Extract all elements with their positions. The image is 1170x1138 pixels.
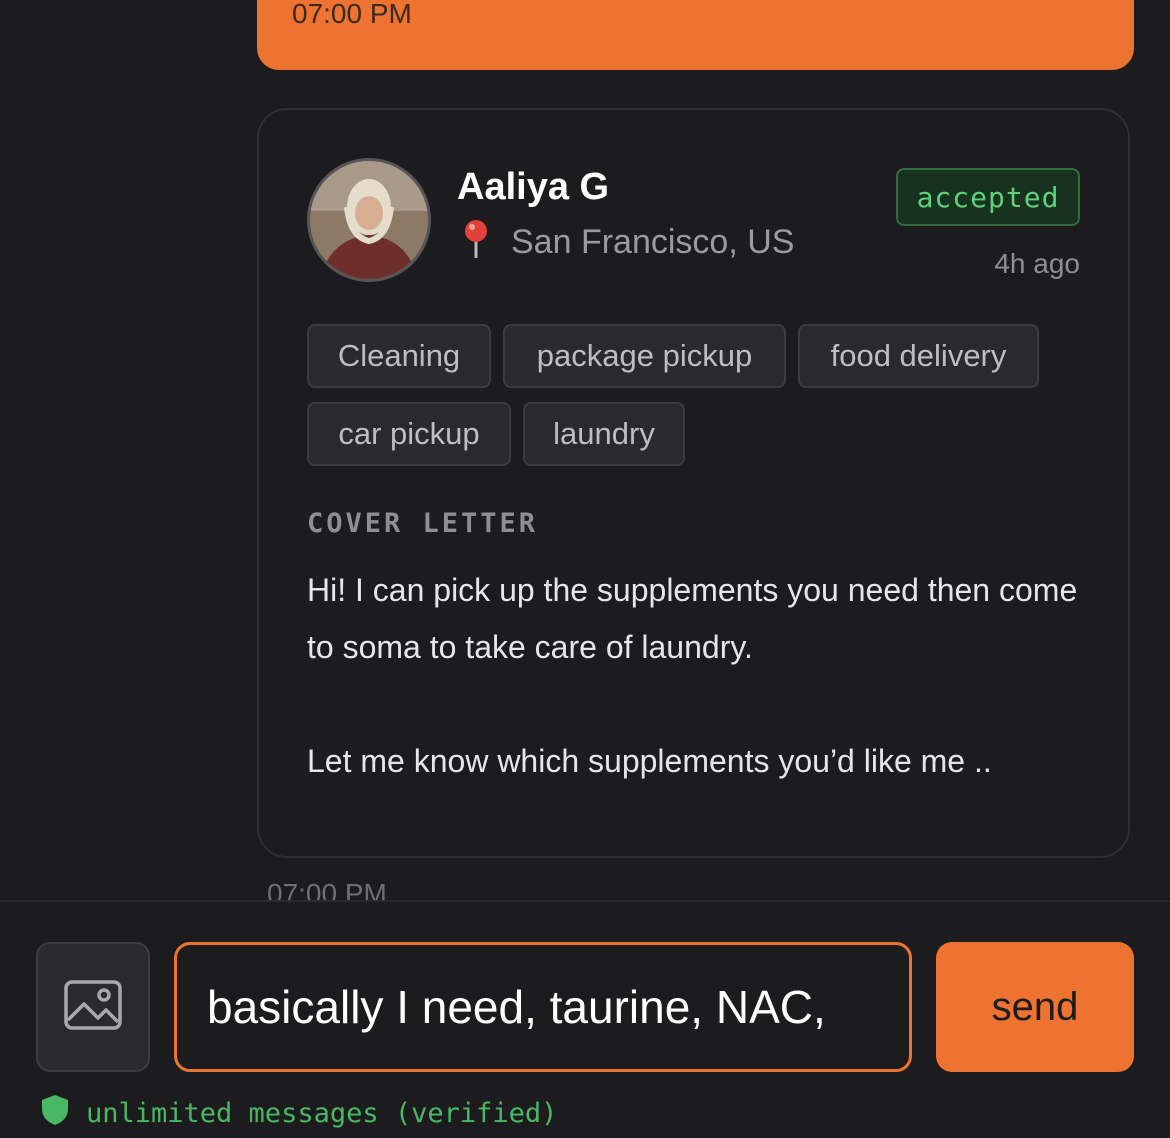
tag-laundry: laundry	[523, 402, 685, 466]
cover-letter-label: COVER LETTER	[307, 508, 539, 539]
message-time: 07:00 PM	[267, 878, 387, 902]
composer-bar: basically I need, taurine, NAC, send unl…	[0, 900, 1170, 1138]
cover-letter-paragraph: Hi! I can pick up the supplements you ne…	[307, 572, 1078, 665]
cover-letter-paragraph-truncated: Let me know which supplements you’d like…	[307, 743, 992, 779]
image-icon	[64, 979, 122, 1035]
tag-package-pickup: package pickup	[503, 324, 786, 388]
applicant-name: Aaliya G	[457, 166, 610, 208]
message-input[interactable]: basically I need, taurine, NAC,	[174, 942, 912, 1072]
applicant-card[interactable]: Aaliya G San Francisco, US accepted 4h a…	[257, 108, 1130, 858]
send-button[interactable]: send	[936, 942, 1134, 1072]
avatar[interactable]	[307, 158, 431, 282]
tag-car-pickup: car pickup	[307, 402, 511, 466]
tag-food-delivery: food delivery	[798, 324, 1039, 388]
tag-cleaning: Cleaning	[307, 324, 491, 388]
status-text: unlimited messages (verified)	[86, 1098, 558, 1129]
previous-message-bubble: 07:00 PM	[257, 0, 1134, 70]
message-time: 07:00 PM	[292, 0, 412, 29]
cover-letter-text: Hi! I can pick up the supplements you ne…	[307, 562, 1097, 790]
attach-image-button[interactable]	[36, 942, 150, 1072]
time-ago: 4h ago	[994, 248, 1080, 279]
location-text: San Francisco, US	[511, 223, 795, 261]
applicant-location: San Francisco, US	[459, 218, 794, 267]
message-status: unlimited messages (verified)	[40, 1094, 557, 1133]
status-badge: accepted	[896, 168, 1080, 226]
shield-icon	[40, 1094, 70, 1133]
pin-icon	[459, 218, 493, 267]
